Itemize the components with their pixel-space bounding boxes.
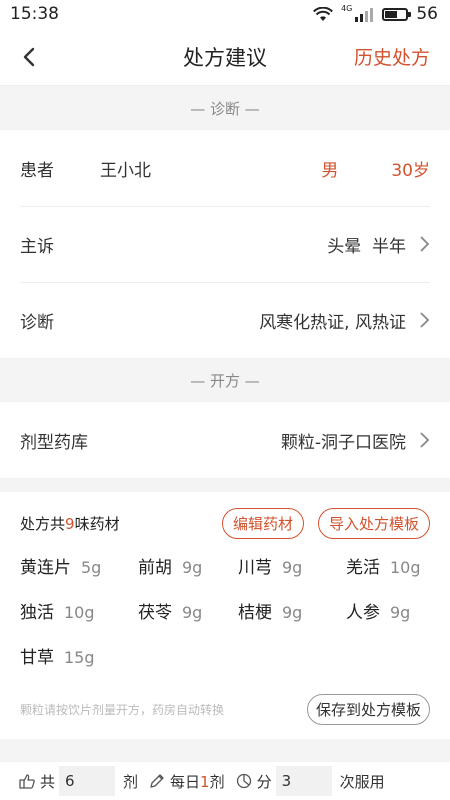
dosage-bar: 共 剂 每日1剂 分 次服用	[0, 762, 450, 800]
save-template-button[interactable]: 保存到处方模板	[306, 694, 430, 725]
herb-name: 独活	[20, 603, 54, 623]
status-icons: 4G 56	[313, 4, 438, 24]
pharmacy-row[interactable]: 剂型药库 颗粒-洞子口医院	[0, 402, 450, 478]
pharmacy-card: 剂型药库 颗粒-洞子口医院	[0, 402, 450, 478]
split-icon	[236, 773, 251, 789]
network-label: 4G	[341, 3, 353, 13]
herb-dose: 9g	[182, 558, 203, 577]
split-label: 分	[256, 772, 272, 791]
nav-bar: 处方建议 历史处方	[0, 28, 450, 86]
chevron-right-icon	[420, 432, 430, 448]
herb-item: 羌活 10g	[346, 553, 446, 578]
diagnosis-label: 诊断	[20, 312, 54, 333]
chevron-right-icon	[420, 236, 430, 252]
herb-name: 黄连片	[20, 558, 71, 578]
herb-count: 9	[65, 515, 75, 533]
herb-dose: 9g	[182, 603, 203, 622]
herb-count-text: 处方共9味药材	[20, 515, 120, 533]
edit-herbs-button[interactable]: 编辑药材	[221, 508, 304, 539]
herb-name: 人参	[346, 603, 380, 623]
total-label: 共	[40, 772, 56, 791]
daily-count: 1	[200, 772, 210, 791]
herb-dose: 15g	[64, 648, 95, 667]
split-unit: 次服用	[339, 772, 385, 791]
complaint-label: 主诉	[20, 236, 54, 257]
herb-item: 人参 9g	[346, 598, 446, 623]
total-unit: 剂	[123, 772, 139, 791]
prescription-card: 处方共9味药材 编辑药材 导入处方模板 黄连片 5g 前胡 9g 川芎 9g 羌活 10…	[0, 492, 450, 739]
signal-icon	[355, 7, 374, 22]
diagnosis-card: 患者 王小北 男 30岁 主诉 头晕 半年 诊断 风寒化热证, 风热证	[0, 130, 450, 358]
herb-item: 独活 10g	[20, 598, 138, 623]
battery-icon	[382, 7, 412, 21]
pencil-icon	[150, 774, 164, 788]
complaint-value: 头晕 半年	[327, 236, 406, 257]
section-title-prescribe: — 开方 —	[0, 358, 450, 402]
herb-name: 桔梗	[238, 603, 272, 623]
diagnosis-row[interactable]: 诊断 风寒化热证, 风热证	[0, 282, 450, 358]
prescription-header: 处方共9味药材 编辑药材 导入处方模板	[20, 508, 430, 539]
herb-item: 黄连片 5g	[20, 553, 138, 578]
complaint-row[interactable]: 主诉 头晕 半年	[0, 206, 450, 282]
herb-dose: 9g	[282, 603, 303, 622]
herb-name: 甘草	[20, 648, 54, 668]
status-time: 15:38	[10, 4, 59, 24]
thumb-icon	[19, 774, 35, 789]
granule-note: 颗粒请按饮片剂量开方，药房自动转换	[20, 703, 225, 717]
patient-label: 患者	[20, 160, 54, 181]
patient-name: 王小北	[100, 160, 151, 181]
patient-gender: 男	[321, 160, 339, 181]
herb-list: 黄连片 5g 前胡 9g 川芎 9g 羌活 10g 独活 10g 茯苓 9g 桔梗 9g 人参…	[20, 553, 430, 668]
herb-item: 茯苓 9g	[138, 598, 238, 623]
pharmacy-value: 颗粒-洞子口医院	[280, 432, 406, 453]
herb-name: 川芎	[238, 558, 272, 578]
herb-item: 川芎 9g	[238, 553, 346, 578]
herb-dose: 9g	[282, 558, 303, 577]
daily-dose-text: 每日1剂	[170, 772, 225, 791]
herb-item: 桔梗 9g	[238, 598, 346, 623]
herb-item: 前胡 9g	[138, 553, 238, 578]
prescription-footer: 颗粒请按饮片剂量开方，药房自动转换 保存到处方模板	[20, 694, 430, 725]
total-doses-input[interactable]	[59, 766, 116, 796]
diagnosis-value: 风寒化热证, 风热证	[259, 312, 406, 333]
status-bar: 15:38 4G 56	[0, 0, 450, 28]
herb-dose: 10g	[390, 558, 421, 577]
section-title-diagnosis: — 诊断 —	[0, 86, 450, 130]
herb-item: 甘草 15g	[20, 643, 138, 668]
patient-row: 患者 王小北 男 30岁	[0, 130, 450, 206]
herb-dose: 9g	[390, 603, 411, 622]
history-prescription-link[interactable]: 历史处方	[354, 43, 430, 70]
herb-dose: 10g	[64, 603, 95, 622]
herb-name: 茯苓	[138, 603, 172, 623]
chevron-right-icon	[420, 312, 430, 328]
patient-age: 30岁	[391, 160, 430, 181]
pharmacy-label: 剂型药库	[20, 432, 88, 453]
import-template-button[interactable]: 导入处方模板	[317, 508, 430, 539]
herb-name: 前胡	[138, 558, 172, 578]
herb-name: 羌活	[346, 558, 380, 578]
wifi-icon	[313, 6, 333, 21]
back-arrow-icon[interactable]	[18, 45, 42, 69]
battery-percent: 56	[416, 4, 438, 24]
herb-dose: 5g	[81, 558, 102, 577]
split-times-input[interactable]	[275, 766, 332, 796]
